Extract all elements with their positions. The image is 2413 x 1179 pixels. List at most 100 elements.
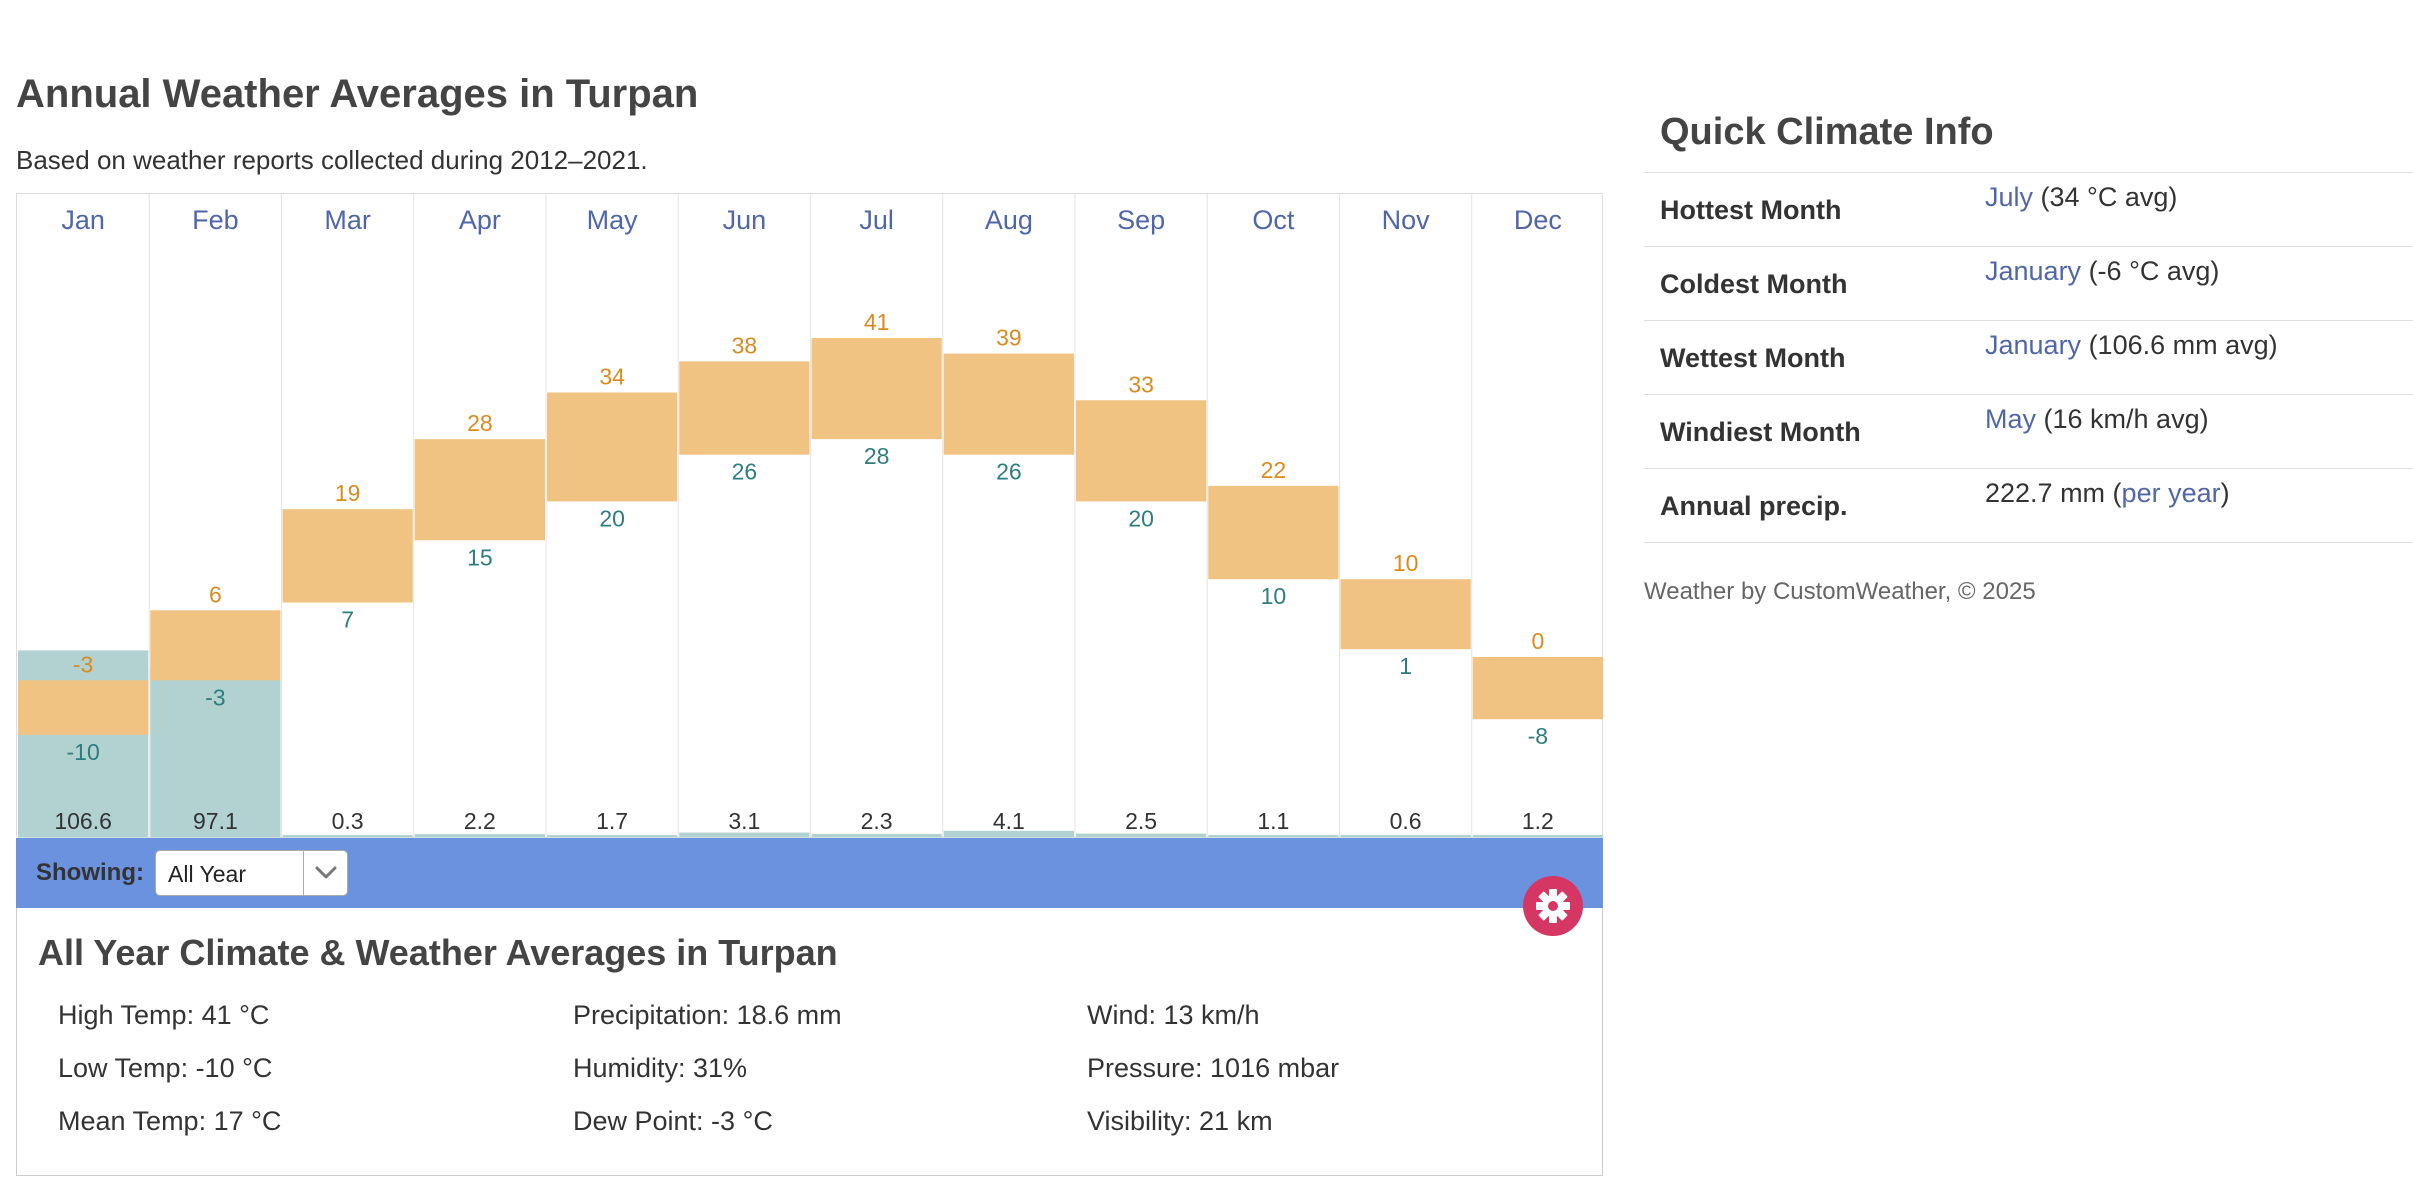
stat-dew-point: Dew Point: -3 °C — [573, 1106, 773, 1136]
wettest-month-link[interactable]: January — [1985, 330, 2081, 360]
climate-value-detail: (106.6 mm avg) — [2081, 330, 2278, 360]
precip-label: 2.2 — [464, 808, 496, 834]
month-label: Feb — [192, 205, 239, 235]
precip-label: 106.6 — [54, 808, 112, 834]
high-temp-label: 38 — [732, 332, 758, 358]
temp-range-bar — [679, 361, 810, 455]
month-label: Oct — [1252, 205, 1295, 235]
climate-row-annual-precip: Annual precip. 222.7 mm (per year) — [1644, 468, 2413, 542]
high-temp-label: 22 — [1261, 457, 1287, 483]
high-temp-label: 0 — [1531, 628, 1544, 654]
climate-label: Windiest Month — [1660, 417, 1861, 447]
precip-label: 1.2 — [1522, 808, 1554, 834]
climate-value: January (-6 °C avg) — [1985, 256, 2219, 287]
temp-range-bar — [150, 610, 281, 681]
precip-label: 4.1 — [993, 808, 1025, 834]
month-label: Apr — [459, 205, 501, 235]
stat-low-temp: Low Temp: -10 °C — [58, 1053, 273, 1083]
climate-value-detail: (16 km/h avg) — [2036, 404, 2209, 434]
coldest-month-link[interactable]: January — [1985, 256, 2081, 286]
hottest-month-link[interactable]: July — [1985, 182, 2033, 212]
temp-range-bar — [18, 680, 149, 735]
climate-label: Wettest Month — [1660, 343, 1846, 373]
month-label: Dec — [1514, 205, 1562, 235]
climate-label: Annual precip. — [1660, 491, 1848, 521]
climate-value-detail: (-6 °C avg) — [2081, 256, 2220, 286]
stat-wind: Wind: 13 km/h — [1087, 1000, 1260, 1030]
climate-row-coldest: Coldest Month January (-6 °C avg) — [1644, 246, 2413, 320]
low-temp-label: 20 — [599, 505, 625, 531]
stat-high-temp: High Temp: 41 °C — [58, 1000, 270, 1030]
precip-label: 1.7 — [596, 808, 628, 834]
stat-visibility: Visibility: 21 km — [1087, 1106, 1273, 1136]
low-temp-label: 26 — [732, 459, 758, 485]
high-temp-label: 34 — [599, 363, 625, 389]
month-label: Mar — [324, 205, 371, 235]
windiest-month-link[interactable]: May — [1985, 404, 2036, 434]
climate-label: Hottest Month — [1660, 195, 1842, 225]
period-select[interactable]: All Year — [155, 850, 348, 896]
temp-range-bar — [943, 353, 1074, 455]
temp-range-bar — [1472, 657, 1603, 720]
annual-precip-close: ) — [2220, 478, 2230, 508]
precip-label: 97.1 — [193, 808, 238, 834]
climate-info-title: Quick Climate Info — [1660, 111, 1994, 153]
temp-range-bar — [282, 509, 413, 603]
month-label: Jan — [61, 205, 105, 235]
temp-range-bar — [811, 338, 942, 440]
weather-credit: Weather by CustomWeather, © 2025 — [1644, 578, 2036, 605]
stat-mean-temp: Mean Temp: 17 °C — [58, 1106, 282, 1136]
low-temp-label: 20 — [1128, 505, 1154, 531]
page-subtitle: Based on weather reports collected durin… — [16, 145, 648, 175]
climate-row-windiest: Windiest Month May (16 km/h avg) — [1644, 394, 2413, 468]
stat-precipitation: Precipitation: 18.6 mm — [573, 1000, 842, 1030]
high-temp-label: 19 — [335, 480, 361, 506]
annual-precip-value: 222.7 mm ( — [1985, 478, 2122, 508]
temp-range-bar — [1340, 579, 1471, 650]
temp-range-bar — [1076, 400, 1207, 502]
low-temp-label: 1 — [1399, 653, 1412, 679]
stat-pressure: Pressure: 1016 mbar — [1087, 1053, 1340, 1083]
low-temp-label: 15 — [467, 544, 493, 570]
high-temp-label: 6 — [209, 581, 222, 607]
climate-row-wettest: Wettest Month January (106.6 mm avg) — [1644, 320, 2413, 394]
climate-divider — [1644, 542, 2413, 543]
weather-chart: Jan -3 -10 106.6 Feb 6 -3 97.1 Mar 19 7 0.3 Apr 28 15 2… — [16, 193, 1604, 838]
chevron-down-icon[interactable] — [303, 851, 347, 895]
month-label: May — [587, 205, 639, 235]
high-temp-label: -3 — [73, 651, 93, 677]
precip-label: 2.5 — [1125, 808, 1157, 834]
precip-label: 3.1 — [728, 808, 760, 834]
month-label: Nov — [1382, 205, 1431, 235]
precip-label: 1.1 — [1257, 808, 1289, 834]
stat-humidity: Humidity: 31% — [573, 1053, 748, 1083]
low-temp-label: 10 — [1261, 583, 1287, 609]
month-label: Sep — [1117, 205, 1165, 235]
climate-value-detail: (34 °C avg) — [2033, 182, 2178, 212]
low-temp-label: -8 — [1528, 723, 1548, 749]
low-temp-label: -10 — [67, 739, 100, 765]
low-temp-label: -3 — [205, 684, 225, 710]
summary-box: All Year Climate & Weather Averages in T… — [16, 908, 1603, 1176]
temp-range-bar — [1208, 485, 1339, 580]
precip-label: 0.6 — [1390, 808, 1422, 834]
per-year-link[interactable]: per year — [2122, 478, 2221, 508]
climate-value: May (16 km/h avg) — [1985, 404, 2209, 435]
climate-row-hottest: Hottest Month July (34 °C avg) — [1644, 172, 2413, 246]
high-temp-label: 39 — [996, 325, 1022, 351]
temp-range-bar — [547, 392, 678, 502]
weather-chart-svg: Jan -3 -10 106.6 Feb 6 -3 97.1 Mar 19 7 0.3 Apr 28 15 2… — [17, 194, 1604, 838]
period-select-value: All Year — [168, 861, 247, 887]
low-temp-label: 28 — [864, 443, 890, 469]
climate-value: 222.7 mm (per year) — [1985, 478, 2230, 509]
climate-value: January (106.6 mm avg) — [1985, 330, 2278, 361]
summary-title: All Year Climate & Weather Averages in T… — [38, 932, 838, 973]
month-label: Jun — [723, 205, 767, 235]
climate-label: Coldest Month — [1660, 269, 1848, 299]
high-temp-label: 33 — [1128, 371, 1154, 397]
showing-bar: Showing: All Year — [16, 838, 1603, 908]
high-temp-label: 28 — [467, 410, 493, 436]
precip-label: 0.3 — [332, 808, 364, 834]
temp-range-bar — [414, 439, 545, 541]
climate-value: July (34 °C avg) — [1985, 182, 2177, 213]
